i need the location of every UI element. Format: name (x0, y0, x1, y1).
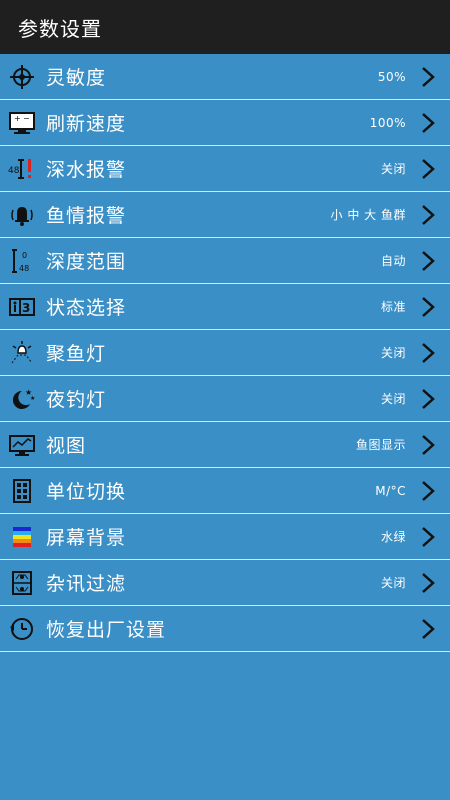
chevron-right-icon (420, 157, 436, 181)
settings-list: 灵敏度 50% + − 刷新速度 100% 48 深水报警 关闭 鱼情报警 小 中… (0, 54, 450, 652)
target-icon (8, 63, 36, 91)
setting-label: 状态选择 (46, 297, 127, 319)
bell-icon (8, 201, 36, 229)
chevron-right-icon (420, 249, 436, 273)
chevron-right-icon (420, 203, 436, 227)
setting-row-deep-water-alarm[interactable]: 48 深水报警 关闭 (0, 146, 450, 192)
setting-value: 标准 (380, 300, 406, 314)
setting-value: 小 中 大 鱼群 (330, 208, 406, 222)
chevron-right-icon (420, 387, 436, 411)
mode-select-icon: 3 (8, 293, 36, 321)
clock-reset-icon (8, 615, 36, 643)
setting-row-view[interactable]: 视图 鱼图显示 (0, 422, 450, 468)
svg-text:48: 48 (8, 166, 20, 176)
setting-value: 关闭 (380, 162, 406, 176)
setting-label: 深度范围 (46, 251, 127, 273)
setting-row-noise-filter[interactable]: 杂讯过滤 关闭 (0, 560, 450, 606)
setting-row-mode-select[interactable]: 3 状态选择 标准 (0, 284, 450, 330)
moon-icon: ★ ★ (8, 385, 36, 413)
setting-label: 刷新速度 (46, 113, 127, 135)
chevron-right-icon (420, 479, 436, 503)
page-title: 参数设置 (18, 16, 102, 41)
setting-label: 聚鱼灯 (46, 343, 107, 365)
setting-value: 关闭 (380, 576, 406, 590)
setting-row-fish-lamp[interactable]: 聚鱼灯 关闭 (0, 330, 450, 376)
setting-row-unit-switch[interactable]: 单位切换 M/°C (0, 468, 450, 514)
units-grid-icon (8, 477, 36, 505)
svg-text:0: 0 (22, 251, 27, 260)
setting-row-refresh-speed[interactable]: + − 刷新速度 100% (0, 100, 450, 146)
monitor-plus-minus-icon: + − (8, 109, 36, 137)
setting-row-fish-alarm[interactable]: 鱼情报警 小 中 大 鱼群 (0, 192, 450, 238)
setting-row-screen-background[interactable]: 屏幕背景 水绿 (0, 514, 450, 560)
setting-row-factory-reset[interactable]: 恢复出厂设置 (0, 606, 450, 652)
setting-label: 深水报警 (46, 159, 127, 181)
chevron-right-icon (420, 571, 436, 595)
setting-value: 关闭 (380, 346, 406, 360)
setting-value: M/°C (375, 483, 406, 498)
chevron-right-icon (420, 341, 436, 365)
setting-row-night-lamp[interactable]: ★ ★ 夜钓灯 关闭 (0, 376, 450, 422)
setting-label: 灵敏度 (46, 67, 107, 89)
setting-label: 恢复出厂设置 (46, 619, 167, 641)
setting-label: 杂讯过滤 (46, 573, 127, 595)
fish-lamp-icon (8, 339, 36, 367)
chevron-right-icon (420, 525, 436, 549)
setting-label: 单位切换 (46, 481, 127, 503)
setting-value: 50% (377, 69, 406, 84)
depth-alarm-icon: 48 (8, 155, 36, 183)
noise-filter-icon (8, 569, 36, 597)
title-bar: 参数设置 (0, 0, 450, 54)
setting-value: 鱼图显示 (355, 438, 406, 452)
setting-row-depth-range[interactable]: 0 48 深度范围 自动 (0, 238, 450, 284)
setting-label: 夜钓灯 (46, 389, 107, 411)
setting-label: 鱼情报警 (46, 205, 127, 227)
chevron-right-icon (420, 617, 436, 641)
chevron-right-icon (420, 295, 436, 319)
chevron-right-icon (420, 65, 436, 89)
color-palette-icon (8, 523, 36, 551)
setting-value: 关闭 (380, 392, 406, 406)
svg-text:★: ★ (30, 395, 35, 402)
setting-value: 100% (369, 115, 406, 130)
screen-view-icon (8, 431, 36, 459)
svg-text:48: 48 (19, 264, 29, 273)
setting-value: 自动 (380, 254, 406, 268)
setting-label: 屏幕背景 (46, 527, 127, 549)
setting-row-sensitivity[interactable]: 灵敏度 50% (0, 54, 450, 100)
svg-text:−: − (23, 114, 30, 123)
svg-text:3: 3 (22, 301, 30, 315)
chevron-right-icon (420, 433, 436, 457)
svg-text:+: + (14, 114, 21, 123)
setting-value: 水绿 (380, 530, 406, 544)
setting-label: 视图 (46, 435, 87, 457)
chevron-right-icon (420, 111, 436, 135)
depth-range-icon: 0 48 (8, 247, 36, 275)
